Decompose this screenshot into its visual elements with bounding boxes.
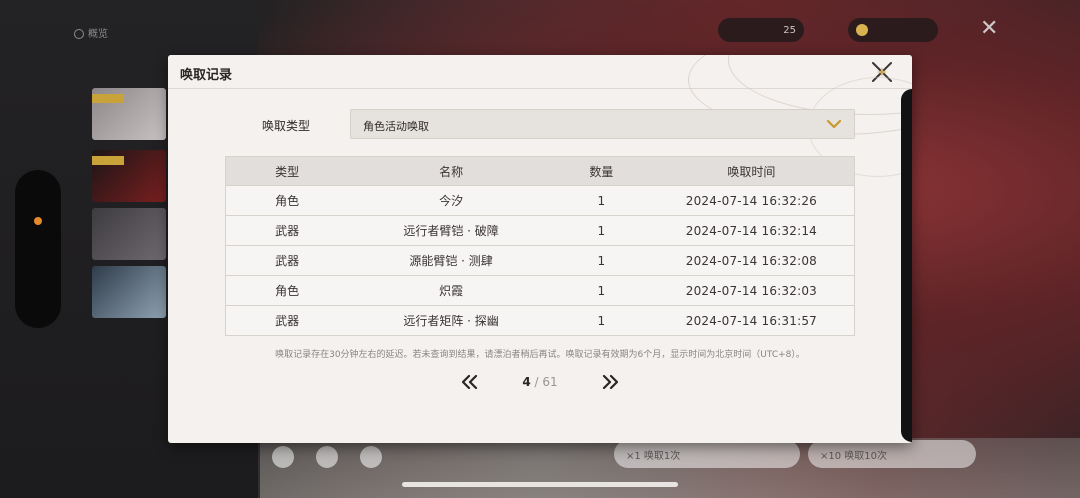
double-chevron-right-icon <box>602 374 619 390</box>
cell-name: 源能臂铠 · 测肆 <box>348 245 554 276</box>
delay-notice: 唤取记录存在30分钟左右的延迟。若未查询到结果，请漂泊者稍后再试。唤取记录有效期… <box>275 350 805 360</box>
dialog-title: 唤取记录 <box>180 68 233 83</box>
table-row: 武器 远行者臂铠 · 破障 1 2024-07-14 16:32:14 <box>225 215 855 246</box>
page-separator: / <box>530 375 543 389</box>
cell-count: 1 <box>553 275 649 306</box>
nav-dot-icon <box>74 29 84 39</box>
convene-record-table: 类型 名称 数量 唤取时间 角色 今汐 1 2024-07-14 16:32:2… <box>225 156 855 336</box>
table-row: 武器 远行者矩阵 · 探幽 1 2024-07-14 16:31:57 <box>225 305 855 336</box>
convene-type-label: 唤取类型 <box>262 119 311 133</box>
pull-1-button[interactable]: ×1 唤取1次 <box>614 440 800 468</box>
column-header-name: 名称 <box>348 156 554 186</box>
cell-time: 2024-07-14 16:32:14 <box>648 215 855 246</box>
column-header-time: 唤取时间 <box>648 156 855 186</box>
record-icon[interactable] <box>360 446 382 468</box>
convene-type-value: 角色活动唤取 <box>363 120 429 133</box>
banner-thumbnail[interactable] <box>92 88 166 140</box>
cell-time: 2024-07-14 16:32:08 <box>648 245 855 276</box>
info-icon[interactable] <box>316 446 338 468</box>
cell-type: 角色 <box>225 275 349 306</box>
cell-count: 1 <box>553 185 649 216</box>
page-indicator: 4 / 61 <box>498 375 582 389</box>
table-row: 武器 源能臂铠 · 测肆 1 2024-07-14 16:32:08 <box>225 245 855 276</box>
notification-dot-icon <box>34 217 42 225</box>
table-row: 角色 炽霞 1 2024-07-14 16:32:03 <box>225 275 855 306</box>
cell-type: 武器 <box>225 305 349 336</box>
next-page-button[interactable] <box>599 372 621 392</box>
dialog-header: 唤取记录 <box>168 55 912 135</box>
cell-name: 炽霞 <box>348 275 554 306</box>
background-close-icon[interactable]: ✕ <box>980 16 998 41</box>
current-page: 4 <box>522 375 531 389</box>
previous-page-button[interactable] <box>459 372 481 392</box>
heart-icon[interactable] <box>272 446 294 468</box>
cell-name: 远行者矩阵 · 探幽 <box>348 305 554 336</box>
table-row: 角色 今汐 1 2024-07-14 16:32:26 <box>225 185 855 216</box>
background-nav-label: 概览 <box>74 25 108 40</box>
convene-history-dialog: 唤取记录 唤取类型 角色活动唤取 类型 名称 数量 唤取时间 角色 今汐 1 2… <box>168 55 912 443</box>
total-pages: 61 <box>542 375 558 389</box>
cell-time: 2024-07-14 16:32:26 <box>648 185 855 216</box>
cell-count: 1 <box>553 245 649 276</box>
cell-type: 武器 <box>225 245 349 276</box>
dialog-edge-decoration <box>901 89 912 442</box>
banner-thumbnail[interactable] <box>92 266 166 318</box>
coin-icon <box>856 24 868 36</box>
currency-counter[interactable]: 25 <box>718 18 804 42</box>
cell-time: 2024-07-14 16:32:03 <box>648 275 855 306</box>
home-indicator[interactable] <box>402 482 678 487</box>
cell-time: 2024-07-14 16:31:57 <box>648 305 855 336</box>
banner-thumbnail[interactable] <box>92 208 166 260</box>
cell-type: 角色 <box>225 185 349 216</box>
column-header-type: 类型 <box>225 156 349 186</box>
double-chevron-left-icon <box>461 374 478 390</box>
convene-type-select[interactable]: 角色活动唤取 <box>350 109 855 139</box>
banner-thumbnail[interactable] <box>92 150 166 202</box>
cell-name: 今汐 <box>348 185 554 216</box>
cell-count: 1 <box>553 305 649 336</box>
chevron-down-icon <box>826 119 842 129</box>
side-drawer-handle[interactable] <box>15 170 61 328</box>
column-header-count: 数量 <box>553 156 649 186</box>
currency-counter[interactable] <box>848 18 938 42</box>
cell-count: 1 <box>553 215 649 246</box>
cell-name: 远行者臂铠 · 破障 <box>348 215 554 246</box>
table-header-row: 类型 名称 数量 唤取时间 <box>225 156 855 186</box>
pull-10-button[interactable]: ×10 唤取10次 <box>808 440 976 468</box>
cell-type: 武器 <box>225 215 349 246</box>
